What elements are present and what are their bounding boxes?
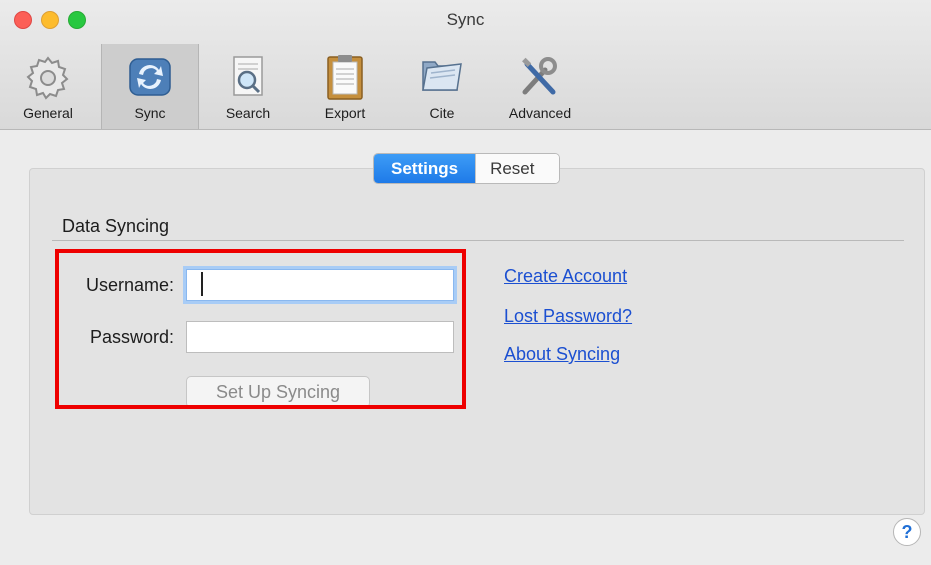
toolbar-label-advanced: Advanced	[508, 105, 572, 121]
section-divider	[52, 240, 904, 241]
folder-icon	[422, 61, 462, 91]
toolbar-label-sync: Sync	[134, 105, 166, 121]
data-syncing-heading: Data Syncing	[62, 216, 170, 236]
search-icon	[233, 56, 263, 96]
gear-icon	[26, 56, 69, 100]
tab-reset[interactable]: Reset	[475, 154, 560, 183]
create-account-link[interactable]: Create Account	[504, 266, 627, 287]
toolbar-label-cite: Cite	[429, 105, 455, 121]
tools-icon	[522, 57, 557, 95]
title-toolbar: Sync General Sync Search Export Cite Adv…	[0, 0, 931, 130]
tab-switcher: Settings Reset	[373, 153, 561, 184]
toolbar-item-general[interactable]: General	[10, 44, 86, 129]
highlight-box	[55, 249, 466, 409]
toolbar-item-advanced[interactable]: Advanced	[496, 44, 584, 129]
toolbar-label-search: Search	[225, 105, 271, 121]
window-title: Sync	[446, 10, 485, 29]
preferences-window: Sync General Sync Search Export Cite Adv…	[0, 0, 931, 565]
toolbar-item-export[interactable]: Export	[308, 44, 382, 129]
toolbar-label-general: General	[23, 105, 73, 121]
clipboard-icon	[327, 55, 363, 100]
lost-password-link[interactable]: Lost Password?	[504, 306, 632, 327]
about-syncing-link[interactable]: About Syncing	[504, 344, 620, 365]
toolbar-item-search[interactable]: Search	[213, 44, 283, 129]
toolbar-label-export: Export	[324, 105, 366, 121]
sync-icon	[129, 58, 171, 96]
tab-settings[interactable]: Settings	[374, 154, 476, 183]
toolbar-item-cite[interactable]: Cite	[405, 44, 479, 129]
help-button[interactable]: ?	[893, 518, 921, 546]
toolbar-item-sync[interactable]: Sync	[101, 44, 199, 129]
